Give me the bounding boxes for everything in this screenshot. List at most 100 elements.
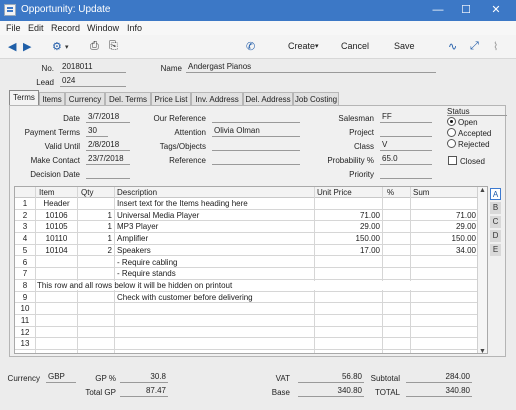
- table-row[interactable]: 3 10105 1 MP3 Player 29.00 29.00: [15, 221, 487, 234]
- menu-record[interactable]: Record: [51, 23, 80, 33]
- minimize-button[interactable]: —: [424, 0, 452, 21]
- next-record-icon[interactable]: ▶: [23, 40, 31, 53]
- menu-window[interactable]: Window: [87, 23, 119, 33]
- table-row[interactable]: 12: [15, 327, 487, 339]
- attachment-icon[interactable]: ⌇: [493, 40, 498, 53]
- status-rejected-radio[interactable]: [447, 139, 456, 148]
- table-row[interactable]: 9 Check with customer before delivering: [15, 292, 487, 304]
- sum-cell[interactable]: 29.00: [412, 222, 476, 231]
- qty-cell[interactable]: 1: [79, 211, 112, 220]
- salesman-field[interactable]: FF: [380, 112, 432, 123]
- decision-date-field[interactable]: [86, 168, 130, 179]
- menu-info[interactable]: Info: [127, 23, 142, 33]
- chevron-down-icon[interactable]: ▾: [65, 43, 69, 51]
- description-cell[interactable]: Insert text for the Items heading here: [117, 199, 313, 208]
- table-row[interactable]: 10: [15, 303, 487, 315]
- unit-price-cell[interactable]: 150.00: [316, 234, 380, 243]
- previous-record-icon[interactable]: ◀: [8, 40, 16, 53]
- description-cell[interactable]: Universal Media Player: [117, 211, 313, 220]
- item-cell[interactable]: This row and all rows below it will be h…: [37, 280, 417, 290]
- create-button[interactable]: Create: [288, 41, 315, 51]
- description-cell[interactable]: - Require stands: [117, 269, 313, 278]
- table-row[interactable]: 5 10104 2 Speakers 17.00 34.00: [15, 245, 487, 257]
- table-row[interactable]: 7 - Require stands: [15, 268, 487, 280]
- side-tab-a[interactable]: A: [490, 188, 501, 200]
- status-accepted-label[interactable]: Accepted: [458, 129, 491, 138]
- table-row[interactable]: 4 10110 1 Amplifier 150.00 150.00: [15, 233, 487, 245]
- unit-price-cell[interactable]: 71.00: [316, 211, 380, 220]
- priority-field[interactable]: [380, 168, 432, 179]
- tab-items[interactable]: Items: [39, 92, 65, 106]
- item-cell[interactable]: Header: [37, 199, 76, 208]
- closed-label[interactable]: Closed: [460, 157, 485, 166]
- payment-terms-field[interactable]: 30: [86, 126, 108, 137]
- scroll-down-icon[interactable]: ▼: [479, 348, 486, 353]
- table-row[interactable]: 6 - Require cabling: [15, 257, 487, 269]
- qty-cell[interactable]: 2: [79, 246, 112, 255]
- activity-icon[interactable]: ∿: [448, 40, 457, 53]
- expand-icon[interactable]: ⤢: [470, 40, 479, 53]
- sum-cell[interactable]: 71.00: [412, 211, 476, 220]
- save-button[interactable]: Save: [394, 41, 415, 51]
- tab-job-costing[interactable]: Job Costing: [293, 92, 339, 106]
- table-row[interactable]: 8 This row and all rows below it will be …: [15, 280, 487, 292]
- closed-checkbox[interactable]: [448, 156, 457, 165]
- status-accepted-radio[interactable]: [447, 128, 456, 137]
- item-cell[interactable]: 10104: [37, 246, 76, 255]
- status-rejected-label[interactable]: Rejected: [458, 140, 490, 149]
- sum-cell[interactable]: 34.00: [412, 246, 476, 255]
- table-row[interactable]: 11: [15, 315, 487, 327]
- currency-field[interactable]: GBP: [46, 372, 76, 383]
- tab-price-list[interactable]: Price List: [151, 92, 191, 106]
- table-row[interactable]: 1 Header Insert text for the Items heading…: [15, 198, 487, 210]
- qty-cell[interactable]: 1: [79, 234, 112, 243]
- unit-price-cell[interactable]: 17.00: [316, 246, 380, 255]
- item-cell[interactable]: 10110: [37, 234, 76, 243]
- description-cell[interactable]: Amplifier: [117, 234, 313, 243]
- reference-field[interactable]: [212, 154, 300, 165]
- phone-icon[interactable]: ✆: [246, 40, 255, 53]
- tab-inv-address[interactable]: Inv. Address: [191, 92, 243, 106]
- tab-currency[interactable]: Currency: [65, 92, 105, 106]
- grid-scrollbar[interactable]: ▲ ▼: [477, 187, 487, 353]
- tab-del-terms[interactable]: Del. Terms: [105, 92, 151, 106]
- table-row[interactable]: 2 10106 1 Universal Media Player 71.00 71.00: [15, 210, 487, 222]
- close-button[interactable]: ✕: [482, 0, 510, 21]
- side-tab-c[interactable]: C: [490, 216, 501, 228]
- menu-edit[interactable]: Edit: [28, 23, 44, 33]
- tab-del-address[interactable]: Del. Address: [243, 92, 293, 106]
- no-field[interactable]: 2018011: [60, 62, 126, 73]
- qty-cell[interactable]: 1: [79, 222, 112, 231]
- status-open-label[interactable]: Open: [458, 118, 478, 127]
- sum-cell[interactable]: 150.00: [412, 234, 476, 243]
- print-icon[interactable]: ⎙: [90, 40, 99, 53]
- our-reference-field[interactable]: [212, 112, 300, 123]
- description-cell[interactable]: Speakers: [117, 246, 313, 255]
- print-preview-icon[interactable]: ⎘: [109, 40, 118, 53]
- side-tab-d[interactable]: D: [490, 230, 501, 242]
- cancel-button[interactable]: Cancel: [341, 41, 369, 51]
- side-tab-b[interactable]: B: [490, 202, 501, 214]
- description-cell[interactable]: - Require cabling: [117, 258, 313, 267]
- tags-objects-field[interactable]: [212, 140, 300, 151]
- description-cell[interactable]: MP3 Player: [117, 222, 313, 231]
- menu-file[interactable]: File: [6, 23, 21, 33]
- scroll-up-icon[interactable]: ▲: [479, 187, 486, 194]
- probability-field[interactable]: 65.0: [380, 154, 432, 165]
- valid-until-field[interactable]: 2/8/2018: [86, 140, 130, 151]
- side-tab-e[interactable]: E: [490, 244, 501, 256]
- create-dropdown-icon[interactable]: ▾: [315, 42, 319, 50]
- unit-price-cell[interactable]: 29.00: [316, 222, 380, 231]
- maximize-button[interactable]: ☐: [452, 0, 480, 21]
- project-field[interactable]: [380, 126, 432, 137]
- table-row[interactable]: 13: [15, 338, 487, 351]
- lead-field[interactable]: 024: [60, 76, 126, 87]
- status-open-radio[interactable]: [447, 117, 456, 126]
- tab-terms[interactable]: Terms: [9, 90, 39, 106]
- item-cell[interactable]: 10105: [37, 222, 76, 231]
- description-cell[interactable]: Check with customer before delivering: [117, 293, 313, 302]
- item-cell[interactable]: 10106: [37, 211, 76, 220]
- class-field[interactable]: V: [380, 140, 432, 151]
- gear-icon[interactable]: ⚙: [52, 40, 62, 53]
- attention-field[interactable]: Olivia Olman: [212, 126, 300, 137]
